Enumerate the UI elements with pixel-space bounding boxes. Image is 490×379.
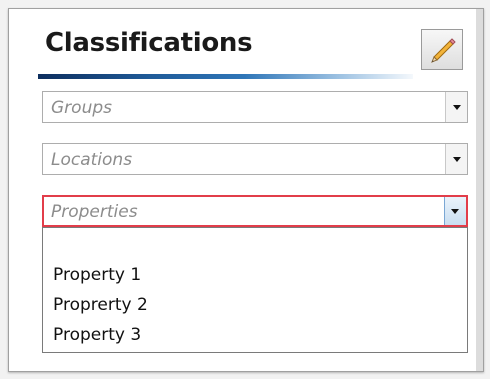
properties-dropdown-button[interactable] (444, 197, 466, 225)
panel-scroll-gutter (476, 9, 483, 371)
locations-dropdown-button[interactable] (445, 144, 467, 174)
property-option[interactable]: Property 1 (53, 265, 141, 285)
locations-placeholder: Locations (51, 150, 133, 170)
locations-combobox[interactable]: Locations (42, 143, 468, 175)
properties-combobox[interactable]: Properties (42, 195, 468, 227)
edit-button[interactable] (421, 29, 463, 70)
chevron-down-icon (451, 209, 459, 214)
groups-placeholder: Groups (51, 98, 112, 118)
pencil-icon (431, 38, 456, 63)
chevron-down-icon (453, 157, 461, 162)
groups-dropdown-button[interactable] (445, 92, 467, 122)
properties-placeholder: Properties (51, 202, 138, 222)
property-option[interactable]: Proprerty 2 (53, 295, 148, 315)
title-accent-bar (38, 74, 413, 79)
panel-title: Classifications (45, 28, 253, 58)
groups-combobox[interactable]: Groups (42, 91, 468, 123)
properties-dropdown-list: Property 1 Proprerty 2 Property 3 (42, 227, 468, 353)
chevron-down-icon (453, 105, 461, 110)
property-option[interactable]: Property 3 (53, 325, 141, 345)
